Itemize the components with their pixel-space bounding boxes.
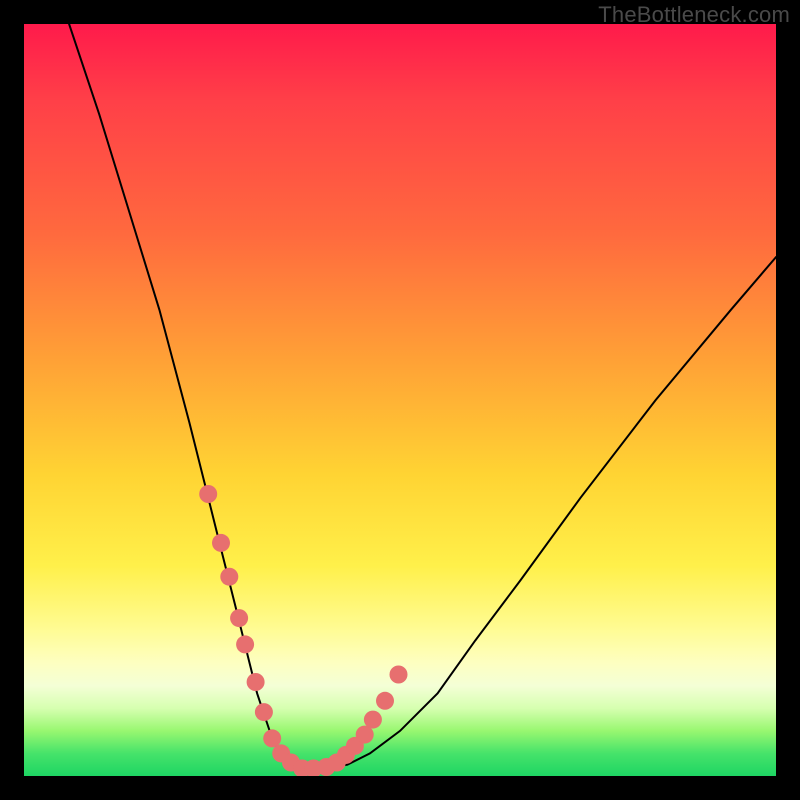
marker-point	[390, 666, 408, 684]
marker-point	[376, 692, 394, 710]
chart-svg	[24, 24, 776, 776]
marker-point	[255, 703, 273, 721]
plot-area	[24, 24, 776, 776]
watermark-text: TheBottleneck.com	[598, 2, 790, 28]
marker-point	[230, 609, 248, 627]
chart-frame: TheBottleneck.com	[0, 0, 800, 800]
curve-path	[69, 24, 776, 769]
marker-point	[199, 485, 217, 503]
marker-point	[364, 711, 382, 729]
highlighted-points	[199, 485, 407, 776]
marker-point	[247, 673, 265, 691]
marker-point	[263, 729, 281, 747]
marker-point	[212, 534, 230, 552]
bottleneck-curve	[69, 24, 776, 769]
marker-point	[220, 568, 238, 586]
marker-point	[236, 635, 254, 653]
